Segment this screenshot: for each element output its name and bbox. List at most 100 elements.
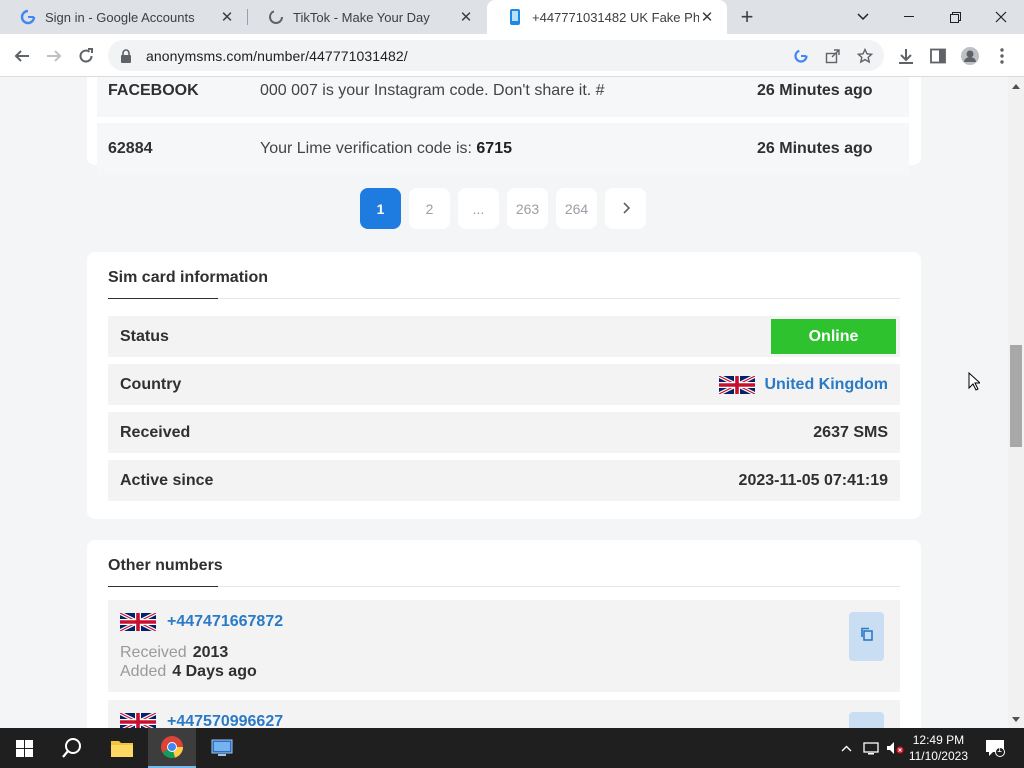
minimize-window-button[interactable] bbox=[886, 0, 932, 34]
message-time: 26 Minutes ago bbox=[757, 82, 873, 99]
reload-icon[interactable] bbox=[72, 42, 100, 70]
status-row: Status Online bbox=[108, 316, 900, 357]
page-button-2[interactable]: 2 bbox=[409, 188, 450, 229]
back-arrow-icon[interactable] bbox=[8, 42, 36, 70]
taskbar-clock[interactable]: 12:49 PM 11/10/2023 bbox=[909, 732, 968, 764]
sim-info-card: Sim card information Status Online Count… bbox=[87, 252, 921, 519]
phone-number-link[interactable]: +447471667872 bbox=[167, 613, 283, 631]
received-stat: Received 2013 bbox=[120, 644, 229, 661]
number-list-item: +447570996627 bbox=[108, 700, 900, 728]
message-text: 000 007 is your Instagram code. Don't sh… bbox=[260, 82, 605, 99]
country-label: Country bbox=[120, 375, 182, 393]
chrome-taskbar-icon[interactable] bbox=[148, 728, 196, 768]
close-tab-icon[interactable]: ✕ bbox=[458, 9, 474, 26]
tab-search-chevron-icon[interactable] bbox=[840, 0, 886, 34]
profile-avatar-icon[interactable] bbox=[956, 42, 984, 70]
tray-chevron-up-icon[interactable] bbox=[836, 728, 856, 768]
tab-google-accounts[interactable]: Sign in - Google Accounts ✕ bbox=[0, 0, 247, 34]
tab-title: +447771031482 UK Fake Phone bbox=[532, 9, 699, 25]
copy-number-button[interactable] bbox=[849, 612, 884, 661]
message-time: 26 Minutes ago bbox=[757, 140, 873, 157]
status-badge: Online bbox=[771, 319, 896, 354]
other-numbers-card: Other numbers +447471667872 Received 2013… bbox=[87, 540, 921, 728]
sim-info-title: Sim card information bbox=[108, 269, 269, 286]
network-app-icon[interactable] bbox=[198, 728, 246, 768]
share-icon[interactable] bbox=[824, 47, 842, 65]
restore-window-button[interactable] bbox=[932, 0, 978, 34]
forward-arrow-icon[interactable] bbox=[40, 42, 68, 70]
page-button-263[interactable]: 263 bbox=[507, 188, 548, 229]
bookmark-star-icon[interactable] bbox=[856, 47, 874, 65]
country-link[interactable]: United Kingdom bbox=[764, 376, 888, 394]
tab-tiktok[interactable]: TikTok - Make Your Day ✕ bbox=[248, 0, 486, 34]
message-row: FACEBOOK 000 007 is your Instagram code.… bbox=[97, 77, 909, 117]
new-tab-button[interactable]: + bbox=[735, 4, 759, 29]
clock-time: 12:49 PM bbox=[912, 733, 965, 747]
address-bar[interactable]: anonymsms.com/number/447771031482/ bbox=[108, 40, 884, 71]
title-divider bbox=[108, 586, 900, 587]
messages-card: FACEBOOK 000 007 is your Instagram code.… bbox=[87, 77, 921, 175]
chevron-right-icon bbox=[622, 201, 630, 217]
url-text: anonymsms.com/number/447771031482/ bbox=[146, 47, 408, 64]
active-since-row: Active since 2023-11-05 07:41:19 bbox=[108, 460, 900, 501]
message-row: 62884 Your Lime verification code is: 67… bbox=[97, 123, 909, 175]
google-lens-icon[interactable] bbox=[792, 47, 810, 65]
scroll-down-arrow-icon[interactable] bbox=[1012, 717, 1020, 722]
uk-flag-icon bbox=[719, 375, 756, 394]
browser-tab-strip: Sign in - Google Accounts ✕ TikTok - Mak… bbox=[0, 0, 1024, 34]
country-value: United Kingdom bbox=[719, 375, 888, 395]
mouse-cursor-icon bbox=[968, 372, 980, 391]
notification-count: 1 bbox=[997, 744, 1003, 754]
side-panel-icon[interactable] bbox=[924, 42, 952, 70]
uk-flag-icon bbox=[120, 613, 156, 631]
lock-icon bbox=[120, 48, 134, 63]
search-icon[interactable] bbox=[48, 728, 96, 768]
message-text: Your Lime verification code is: 6715 bbox=[260, 140, 512, 157]
windows-start-icon[interactable] bbox=[0, 728, 48, 768]
scroll-up-arrow-icon[interactable] bbox=[1012, 84, 1020, 89]
received-label: Received bbox=[120, 423, 191, 441]
uk-flag-icon bbox=[120, 713, 156, 728]
page-viewport: FACEBOOK 000 007 is your Instagram code.… bbox=[0, 77, 1008, 728]
other-numbers-title: Other numbers bbox=[108, 557, 223, 574]
message-sender: 62884 bbox=[108, 140, 153, 157]
active-since-value: 2023-11-05 07:41:19 bbox=[738, 471, 888, 489]
pagination: 1 2 ... 263 264 bbox=[360, 188, 646, 229]
page-button-264[interactable]: 264 bbox=[556, 188, 597, 229]
copy-number-button[interactable] bbox=[849, 712, 884, 728]
added-stat: Added 4 Days ago bbox=[120, 663, 257, 680]
browser-toolbar: anonymsms.com/number/447771031482/ bbox=[0, 34, 1024, 77]
message-sender: FACEBOOK bbox=[108, 82, 199, 99]
title-divider bbox=[108, 298, 900, 299]
page-scrollbar[interactable] bbox=[1008, 77, 1024, 728]
number-list-item: +447471667872 Received 2013 Added 4 Days a… bbox=[108, 600, 900, 692]
close-tab-icon[interactable]: ✕ bbox=[219, 9, 235, 26]
next-page-button[interactable] bbox=[605, 188, 646, 229]
tab-title: TikTok - Make Your Day bbox=[293, 9, 430, 25]
phone-number-link[interactable]: +447570996627 bbox=[167, 713, 283, 728]
status-label: Status bbox=[120, 327, 169, 345]
close-window-button[interactable] bbox=[978, 0, 1024, 34]
clock-date: 11/10/2023 bbox=[908, 749, 968, 763]
notification-center-icon[interactable]: 1 bbox=[980, 728, 1010, 768]
file-explorer-icon[interactable] bbox=[98, 728, 146, 768]
download-icon[interactable] bbox=[892, 42, 920, 70]
tab-active-number[interactable]: +447771031482 UK Fake Phone ✕ bbox=[487, 0, 727, 34]
scrollbar-thumb[interactable] bbox=[1010, 345, 1022, 447]
active-since-label: Active since bbox=[120, 471, 214, 489]
kebab-menu-icon[interactable] bbox=[988, 42, 1016, 70]
tab-title: Sign in - Google Accounts bbox=[45, 9, 195, 25]
copy-icon bbox=[860, 627, 874, 646]
volume-muted-icon[interactable] bbox=[884, 728, 906, 768]
google-g-icon bbox=[20, 9, 36, 25]
network-status-icon[interactable] bbox=[860, 728, 882, 768]
received-value: 2637 SMS bbox=[813, 423, 888, 441]
phone-icon bbox=[507, 9, 523, 25]
windows-taskbar: 12:49 PM 11/10/2023 1 bbox=[0, 728, 1024, 768]
page-button-1[interactable]: 1 bbox=[360, 188, 401, 229]
received-row: Received 2637 SMS bbox=[108, 412, 900, 453]
close-tab-icon[interactable]: ✕ bbox=[699, 9, 715, 26]
country-row: Country United Kingdom bbox=[108, 364, 900, 405]
loading-spinner-icon bbox=[268, 9, 284, 25]
page-ellipsis: ... bbox=[458, 188, 499, 229]
